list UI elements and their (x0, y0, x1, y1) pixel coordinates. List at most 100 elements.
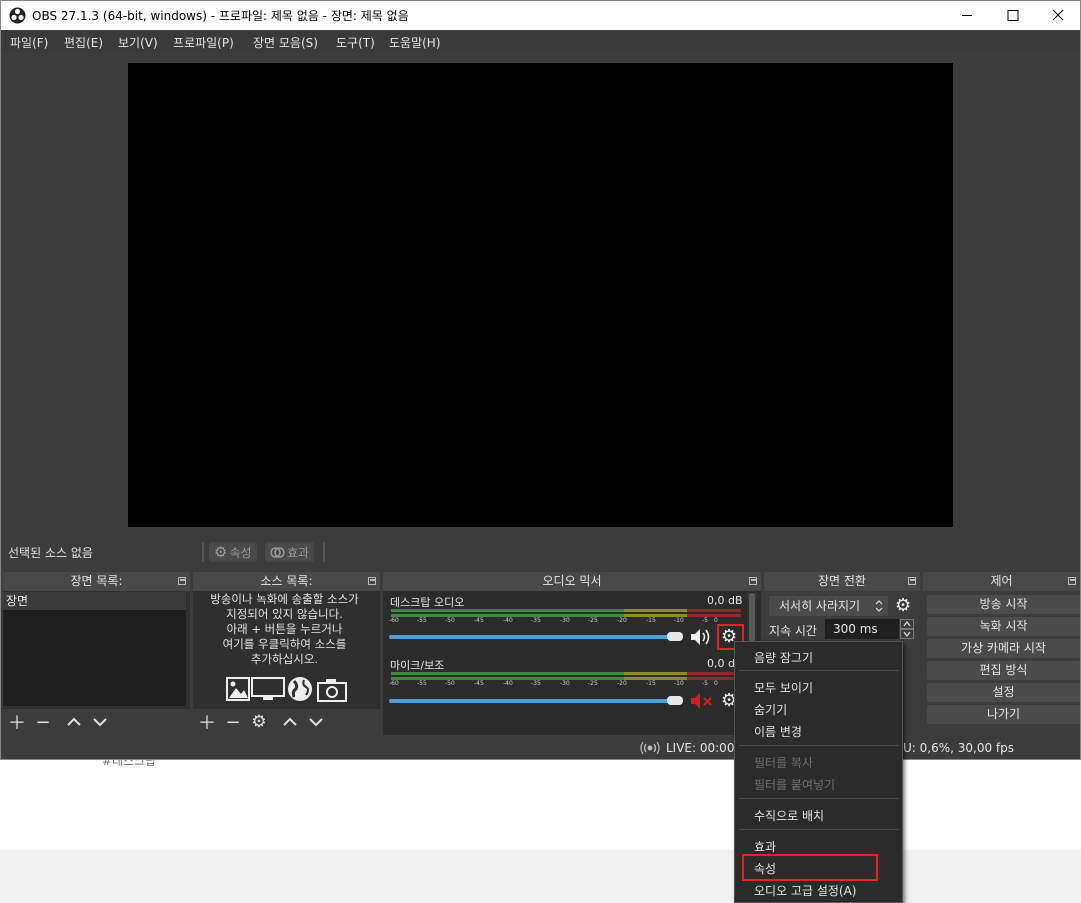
menu-item-rename[interactable]: 이름 변경 (754, 723, 802, 740)
tick-label: -40 (503, 617, 513, 624)
transition-gear-icon[interactable]: ⚙ (895, 595, 911, 616)
studio-mode-button[interactable]: 편집 방식 (927, 661, 1080, 680)
menu-separator (739, 745, 899, 746)
move-down-icon[interactable] (91, 713, 109, 731)
close-button[interactable] (1036, 1, 1080, 30)
tick-label: -30 (560, 617, 570, 624)
mixer-channel-db: 0,0 dB (707, 594, 743, 607)
start-virtual-camera-button[interactable]: 가상 카메라 시작 (927, 639, 1080, 658)
move-up-icon[interactable] (281, 713, 299, 731)
tick-label: -20 (617, 617, 627, 624)
hint-line: 아래 + 버튼을 누르거나 (226, 622, 343, 636)
meter-green (391, 609, 624, 612)
move-down-icon[interactable] (307, 713, 325, 731)
mixer-body: 데스크탑 오디오 0,0 dB -60 -55 -50 -45 -40 -35 … (383, 591, 761, 735)
hint-line: 방송이나 녹화에 송출할 소스가 (210, 592, 359, 606)
obs-logo-icon (9, 7, 26, 24)
transition-select[interactable]: 서서히 사라지기 (769, 596, 888, 616)
obs-window: OBS 27.1.3 (64-bit, windows) - 프로파일: 제목 … (0, 0, 1081, 760)
mixer-channel-name: 데스크탑 오디오 (390, 596, 465, 609)
tick-label: -15 (646, 680, 656, 687)
menu-edit[interactable]: 편집(E) (64, 34, 103, 51)
tick-label: -50 (445, 680, 455, 687)
remove-source-icon[interactable]: − (224, 712, 242, 733)
start-streaming-button[interactable]: 방송 시작 (927, 595, 1080, 614)
preview-canvas[interactable] (128, 63, 953, 527)
muted-speaker-icon[interactable] (690, 692, 714, 710)
list-item[interactable]: 장면 (3, 592, 186, 610)
menu-view[interactable]: 보기(V) (118, 34, 158, 51)
tick-label: -45 (474, 680, 484, 687)
gear-icon: ⚙ (214, 543, 228, 561)
tick-label: -55 (417, 617, 427, 624)
volume-slider[interactable] (389, 635, 671, 639)
audio-mixer-title-label: 오디오 믹서 (542, 574, 602, 588)
globe-icon (288, 677, 312, 701)
start-recording-button[interactable]: 녹화 시작 (927, 617, 1080, 636)
tick-label: -35 (531, 617, 541, 624)
tick-label: -55 (417, 680, 427, 687)
controls-dock-title: 제어 (923, 572, 1080, 591)
transition-select-value: 서서히 사라지기 (779, 599, 861, 613)
duration-spin-icon[interactable] (900, 619, 914, 639)
settings-button[interactable]: 설정 (927, 683, 1080, 702)
meter-red (687, 609, 741, 612)
source-filters-label: 효과 (287, 545, 310, 560)
exit-button[interactable]: 나가기 (927, 705, 1080, 724)
controls-dock-title-label: 제어 (990, 574, 1013, 588)
source-settings-gear-icon[interactable]: ⚙ (250, 712, 268, 732)
scenes-dock-title-label: 장면 목록: (70, 574, 123, 588)
menu-item-advanced-audio[interactable]: 오디오 고급 설정(A) (754, 882, 856, 899)
add-source-icon[interactable]: ＋ (198, 713, 216, 734)
live-broadcast-icon (640, 741, 660, 755)
float-dock-icon[interactable] (1068, 577, 1076, 585)
volume-slider-handle[interactable] (667, 632, 683, 641)
maximize-button[interactable] (990, 1, 1036, 30)
menu-help[interactable]: 도움말(H) (389, 34, 441, 51)
tick-label: 0 (714, 680, 718, 687)
speaker-icon[interactable] (690, 628, 712, 646)
meter-ticks: -60 -55 -50 -45 -40 -35 -30 -25 -20 -15 … (389, 617, 719, 627)
remove-scene-icon[interactable]: − (34, 712, 52, 733)
scenes-list[interactable]: 장면 (3, 592, 186, 706)
toolbar-divider (202, 542, 204, 562)
meter-yellow (624, 609, 687, 612)
float-dock-icon[interactable] (178, 577, 186, 585)
tick-label: -5 (702, 680, 708, 687)
tick-label: -40 (503, 680, 513, 687)
tick-label: -60 (389, 680, 399, 687)
float-dock-icon[interactable] (908, 577, 916, 585)
add-scene-icon[interactable]: ＋ (8, 713, 26, 734)
menu-item-paste-filters[interactable]: 필터를 붙여넣기 (754, 776, 835, 793)
highlight-properties (742, 854, 878, 881)
menu-item-vertical-layout[interactable]: 수직으로 배치 (754, 807, 824, 824)
tick-label: -20 (617, 680, 627, 687)
source-filters-button[interactable]: 효과 (265, 542, 315, 562)
menu-item-show-all[interactable]: 모두 보이기 (754, 679, 813, 696)
menu-item-filters[interactable]: 효과 (754, 838, 776, 855)
menu-item-lock-volume[interactable]: 음량 잠그기 (754, 649, 813, 666)
sources-list[interactable]: 방송이나 녹화에 송출할 소스가 지정되어 있지 않습니다. 아래 + 버튼을 … (193, 592, 376, 706)
duration-input[interactable]: 300 ms (825, 619, 899, 639)
background-strip (0, 850, 1081, 903)
menu-file[interactable]: 파일(F) (10, 34, 48, 51)
volume-slider[interactable] (389, 699, 671, 703)
move-up-icon[interactable] (65, 713, 83, 731)
meter-ticks: -60 -55 -50 -45 -40 -35 -30 -25 -20 -15 … (389, 680, 719, 690)
menu-tools[interactable]: 도구(T) (336, 34, 375, 51)
float-dock-icon[interactable] (749, 577, 757, 585)
minimize-button[interactable] (944, 1, 990, 30)
scene-item-label: 장면 (6, 594, 29, 608)
volume-slider-handle[interactable] (667, 696, 683, 705)
monitor-icon (251, 677, 285, 700)
source-properties-button[interactable]: ⚙ 속성 (209, 542, 257, 562)
float-dock-icon[interactable] (368, 577, 376, 585)
sources-empty-hint: 방송이나 녹화에 송출할 소스가 지정되어 있지 않습니다. 아래 + 버튼을 … (193, 592, 376, 667)
meter-yellow (624, 672, 687, 675)
menu-item-hide[interactable]: 숨기기 (754, 701, 787, 718)
duration-value: 300 ms (833, 622, 878, 636)
menu-profile[interactable]: 프로파일(P) (173, 34, 234, 51)
menu-scene-collection[interactable]: 장면 모음(S) (253, 34, 318, 51)
mixer-channel-name: 마이크/보조 (390, 659, 445, 672)
menu-item-copy-filters[interactable]: 필터를 복사 (754, 754, 813, 771)
